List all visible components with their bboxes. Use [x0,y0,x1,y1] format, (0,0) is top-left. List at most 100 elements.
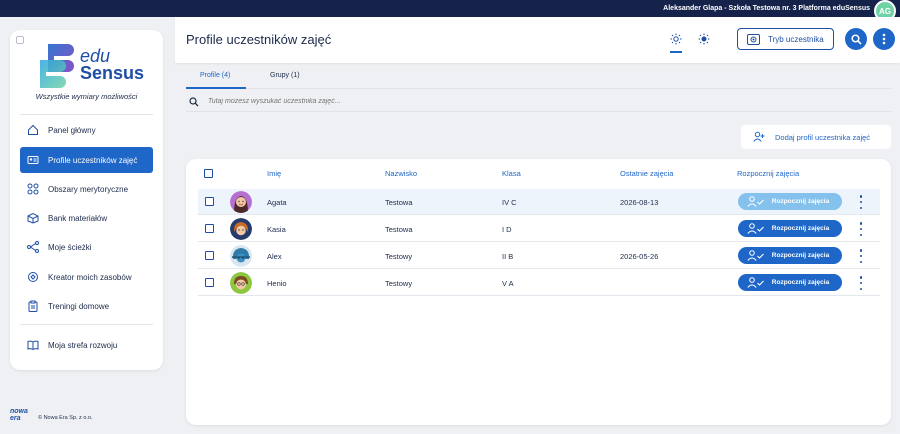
grid-icon [26,182,40,196]
row-more-icon[interactable] [858,276,864,290]
wand-icon [26,270,40,284]
edusensus-logo-icon [40,44,74,88]
sidebar-item-bank[interactable]: Bank materiałów [20,205,153,231]
avatar [230,245,252,267]
column-header-last-name[interactable]: Nazwisko [385,169,417,178]
id-card-icon [26,153,40,167]
search-icon [850,33,862,45]
paths-icon [26,240,40,254]
top-bar: Aleksander Glapa - Szkoła Testowa nr. 3 … [0,0,900,17]
theme-selected-indicator [670,51,682,53]
cell-last-name: Testowa [385,225,413,234]
user-check-icon [747,250,764,261]
sidebar-item-creator[interactable]: Kreator moich zasobów [20,264,153,290]
row-checkbox[interactable] [205,197,214,206]
search-button[interactable] [845,28,867,50]
cell-class: V A [502,279,514,288]
contrast-theme-icon[interactable] [696,31,712,47]
sidebar-item-profiles[interactable]: Profile uczestników zajęć [20,147,153,173]
cell-last-session: 2026-05-26 [620,252,659,261]
sidebar-item-development[interactable]: Moja strefa rozwoju [20,332,153,358]
sidebar-item-panel[interactable]: Panel główny [20,117,153,143]
search-input[interactable] [208,98,608,105]
sidebar-item-label: Obszary merytoryczne [48,184,129,194]
sidebar-item-label: Kreator moich zasobów [48,272,132,282]
add-profile-button[interactable]: Dodaj profil uczestnika zajęć [741,125,891,149]
sidebar: edu Sensus Wszystkie wymiary możliwości … [10,30,163,370]
nowa-era-logo: nowa era [10,408,28,422]
participants-table: Imię Nazwisko Klasa Ostatnie zajęcia Roz… [186,159,891,425]
start-session-label: Rozpocznij zajęcia [771,225,830,232]
box-icon [26,211,40,225]
add-profile-label: Dodaj profil uczestnika zajęć [775,132,871,142]
user-check-icon [747,277,764,288]
start-session-button[interactable]: Rozpocznij zajęcia [738,220,842,237]
table-row[interactable]: Agata Testowa IV C 2026-08-13 Rozpocznij… [198,189,880,215]
table-row[interactable]: Alex Testowy II B 2026-05-26 Rozpocznij … [198,243,880,269]
participant-mode-icon [747,33,760,45]
avatar [230,191,252,213]
row-checkbox[interactable] [205,278,214,287]
cell-class: IV C [502,198,517,207]
search-icon [189,96,199,106]
column-header-first-name[interactable]: Imię [267,169,281,178]
cell-last-session: 2026-08-13 [620,198,659,207]
column-header-last-session[interactable]: Ostatnie zajęcia [620,169,673,178]
tagline: Wszystkie wymiary możliwości [35,92,138,101]
start-session-button[interactable]: Rozpocznij zajęcia [738,274,842,291]
copyright: © Nowa Era Sp. z o.o. [38,415,93,421]
row-more-icon[interactable] [858,222,864,236]
clipboard-icon [26,299,40,313]
column-header-class[interactable]: Klasa [502,169,521,178]
table-row[interactable]: Kasia Testowa I D Rozpocznij zajęcia [198,216,880,242]
light-theme-icon[interactable] [668,31,684,47]
page-title: Profile uczestników zajęć [186,32,332,47]
sidebar-item-areas[interactable]: Obszary merytoryczne [20,176,153,202]
cell-first-name: Agata [267,198,287,207]
row-more-icon[interactable] [858,195,864,209]
user-check-icon [747,223,764,234]
start-session-label: Rozpocznij zajęcia [771,279,830,286]
participant-mode-button[interactable]: Tryb uczestnika [737,28,834,50]
home-icon [26,123,40,137]
divider [20,114,153,115]
column-header-start: Rozpocznij zajęcia [737,169,800,178]
sidebar-item-label: Bank materiałów [48,213,108,223]
cell-last-name: Testowy [385,279,413,288]
cell-first-name: Kasia [267,225,286,234]
cell-last-name: Testowa [385,198,413,207]
participant-mode-label: Tryb uczestnika [768,34,824,44]
user-check-icon [747,196,764,207]
start-session-button[interactable]: Rozpocznij zajęcia [738,247,842,264]
cell-first-name: Henio [267,279,287,288]
start-session-label: Rozpocznij zajęcia [771,252,830,259]
row-more-icon[interactable] [858,249,864,263]
sidebar-item-label: Profile uczestników zajęć [48,155,138,165]
tab-groups[interactable]: Grupy (1) [270,72,300,79]
row-checkbox[interactable] [205,251,214,260]
tabs: Profile (4) Grupy (1) [186,64,891,89]
tab-profiles[interactable]: Profile (4) [200,72,230,79]
sidebar-item-label: Panel główny [48,125,96,135]
table-row[interactable]: Henio Testowy V A Rozpocznij zajęcia [198,270,880,296]
more-vertical-icon [882,33,886,45]
divider [20,324,153,325]
avatar [230,272,252,294]
sidebar-item-label: Moja strefa rozwoju [48,340,118,350]
user-info: Aleksander Glapa - Szkoła Testowa nr. 3 … [663,5,870,12]
sidebar-item-label: Treningi domowe [48,301,110,311]
add-user-icon [753,131,765,142]
start-session-button[interactable]: Rozpocznij zajęcia [738,193,842,210]
start-session-label: Rozpocznij zajęcia [771,198,830,205]
cell-class: II B [502,252,514,261]
sidebar-item-paths[interactable]: Moje ścieżki [20,234,153,260]
select-all-checkbox[interactable] [204,169,213,178]
more-menu-button[interactable] [873,28,895,50]
collapse-sidebar-icon[interactable] [16,36,24,44]
logo-text-sensus: Sensus [80,63,145,83]
row-checkbox[interactable] [205,224,214,233]
sidebar-item-label: Moje ścieżki [48,242,92,252]
page-header: Profile uczestników zajęć Tryb uczestnik… [175,17,900,63]
search-bar [186,92,891,112]
sidebar-item-trainings[interactable]: Treningi domowe [20,293,153,319]
